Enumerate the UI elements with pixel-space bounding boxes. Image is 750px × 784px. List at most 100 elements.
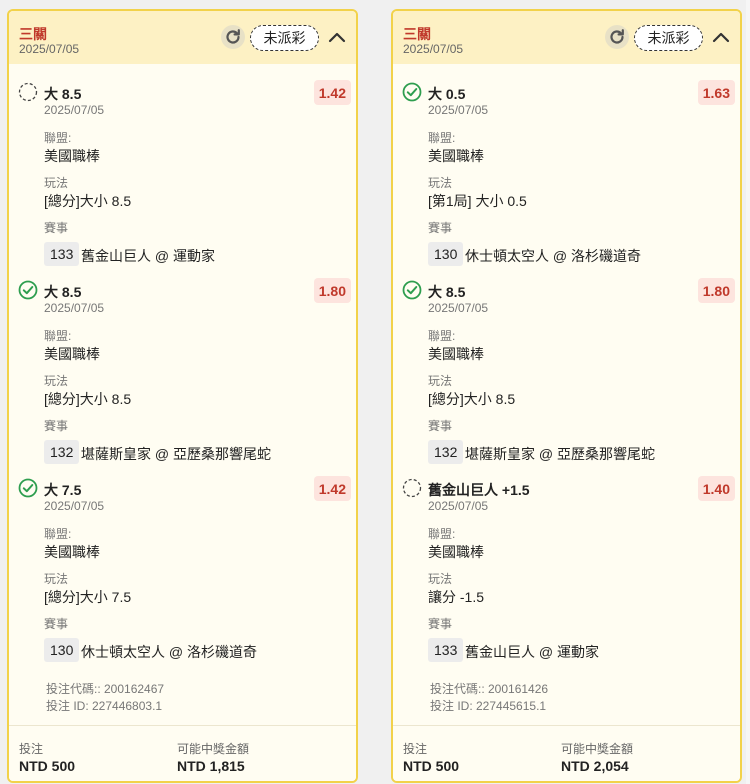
leg-odds: 1.42 [313,476,351,501]
market-value: [第1局] 大小 0.5 [428,193,527,209]
chevron-up-icon[interactable] [327,27,347,47]
event-teams: 休士頓太空人 @ 洛杉磯道奇 [465,248,641,264]
bet-leg: 大 0.5 1.63 2025/07/05 聯盟: 美國職棒 玩法 [第1局] … [393,80,740,278]
chevron-up-icon[interactable] [711,27,731,47]
check-circle-icon [18,478,38,498]
event-teams: 堪薩斯皇家 @ 亞歷桑那響尾蛇 [81,446,271,462]
bet-id: 投注 ID: 227446803.1 [46,699,163,713]
bet-slip-header[interactable]: 三關 2025/07/05 未派彩 [393,11,740,64]
event-label: 賽事 [428,419,453,433]
league-label: 聯盟: [44,131,72,145]
stake-label: 投注 [403,742,428,756]
bet-slip-footer: 投注 NTD 500 可能中獎金額 NTD 2,054 [393,725,740,781]
event-teams: 休士頓太空人 @ 洛杉磯道奇 [81,644,257,660]
event-number: 133 [44,242,80,266]
event-label: 賽事 [44,419,69,433]
market-label: 玩法 [44,374,69,388]
leg-selection: 大 8.5 [44,86,82,102]
market-value: [總分]大小 8.5 [428,391,516,407]
league-value: 美國職棒 [44,346,100,362]
league-value: 美國職棒 [44,544,100,560]
leg-selection: 大 0.5 [428,86,466,102]
event-label: 賽事 [44,221,69,235]
league-value: 美國職棒 [428,148,484,164]
payout-value: NTD 2,054 [561,758,629,774]
leg-date: 2025/07/05 [44,301,105,315]
event-number: 132 [44,440,80,464]
bet-slip-card: 三關 2025/07/05 未派彩 大 8.5 1.42 2025/07/05 … [7,9,358,783]
league-value: 美國職棒 [428,346,484,362]
scrollbar[interactable] [746,0,750,784]
leg-selection: 大 7.5 [44,482,82,498]
league-value: 美國職棒 [44,148,100,164]
payout-label: 可能中獎金額 [561,742,634,756]
bet-leg: 大 8.5 1.80 2025/07/05 聯盟: 美國職棒 玩法 [總分]大小… [393,278,740,476]
leg-date: 2025/07/05 [428,301,489,315]
bet-slip-card: 三關 2025/07/05 未派彩 大 0.5 1.63 2025/07/05 … [391,9,742,783]
event-teams: 舊金山巨人 @ 運動家 [465,644,599,660]
refresh-icon[interactable] [221,25,245,49]
stake-value: NTD 500 [403,758,460,774]
market-label: 玩法 [44,176,69,190]
league-label: 聯盟: [428,131,456,145]
parlay-type: 三關 [403,26,431,42]
market-value: [總分]大小 8.5 [44,193,132,209]
market-value: 讓分 -1.5 [428,589,485,605]
leg-selection: 大 8.5 [428,284,466,300]
bet-leg: 大 8.5 1.42 2025/07/05 聯盟: 美國職棒 玩法 [總分]大小… [9,80,356,278]
bet-leg: 大 8.5 1.80 2025/07/05 聯盟: 美國職棒 玩法 [總分]大小… [9,278,356,476]
leg-selection: 大 8.5 [44,284,82,300]
event-number: 132 [428,440,464,464]
leg-odds: 1.80 [697,278,735,303]
market-label: 玩法 [428,572,453,586]
leg-odds: 1.40 [697,476,735,501]
dashed-circle-icon [18,82,38,102]
event-label: 賽事 [428,221,453,235]
leg-odds: 1.42 [313,80,351,105]
market-label: 玩法 [428,176,453,190]
event-number: 130 [428,242,464,266]
event-number: 133 [428,638,464,662]
league-value: 美國職棒 [428,544,484,560]
event-teams: 堪薩斯皇家 @ 亞歷桑那響尾蛇 [465,446,655,462]
leg-odds: 1.80 [313,278,351,303]
leg-date: 2025/07/05 [428,499,489,513]
event-number: 130 [44,638,80,662]
league-label: 聯盟: [44,329,72,343]
check-circle-icon [402,82,422,102]
league-label: 聯盟: [44,527,72,541]
check-circle-icon [402,280,422,300]
status-badge: 未派彩 [250,25,319,51]
dashed-circle-icon [402,478,422,498]
event-label: 賽事 [44,617,69,631]
leg-odds: 1.63 [697,80,735,105]
market-value: [總分]大小 8.5 [44,391,132,407]
bet-date: 2025/07/05 [403,42,464,56]
payout-label: 可能中獎金額 [177,742,250,756]
event-label: 賽事 [428,617,453,631]
leg-date: 2025/07/05 [44,499,105,513]
refresh-icon[interactable] [605,25,629,49]
status-badge: 未派彩 [634,25,703,51]
bet-code: 投注代碼:: 200162467 [46,682,165,696]
bet-history-view: 三關 2025/07/05 未派彩 大 8.5 1.42 2025/07/05 … [0,0,750,784]
bet-date: 2025/07/05 [19,42,80,56]
leg-date: 2025/07/05 [428,103,489,117]
bet-leg: 舊金山巨人 +1.5 1.40 2025/07/05 聯盟: 美國職棒 玩法 讓… [393,476,740,674]
market-label: 玩法 [44,572,69,586]
bet-slip-header[interactable]: 三關 2025/07/05 未派彩 [9,11,356,64]
bet-leg: 大 7.5 1.42 2025/07/05 聯盟: 美國職棒 玩法 [總分]大小… [9,476,356,674]
event-teams: 舊金山巨人 @ 運動家 [81,248,215,264]
league-label: 聯盟: [428,527,456,541]
league-label: 聯盟: [428,329,456,343]
parlay-type: 三關 [19,26,47,42]
market-label: 玩法 [428,374,453,388]
bet-id: 投注 ID: 227445615.1 [430,699,547,713]
stake-label: 投注 [19,742,44,756]
payout-value: NTD 1,815 [177,758,245,774]
bet-slip-footer: 投注 NTD 500 可能中獎金額 NTD 1,815 [9,725,356,781]
check-circle-icon [18,280,38,300]
leg-date: 2025/07/05 [44,103,105,117]
leg-selection: 舊金山巨人 +1.5 [428,482,530,498]
market-value: [總分]大小 7.5 [44,589,132,605]
